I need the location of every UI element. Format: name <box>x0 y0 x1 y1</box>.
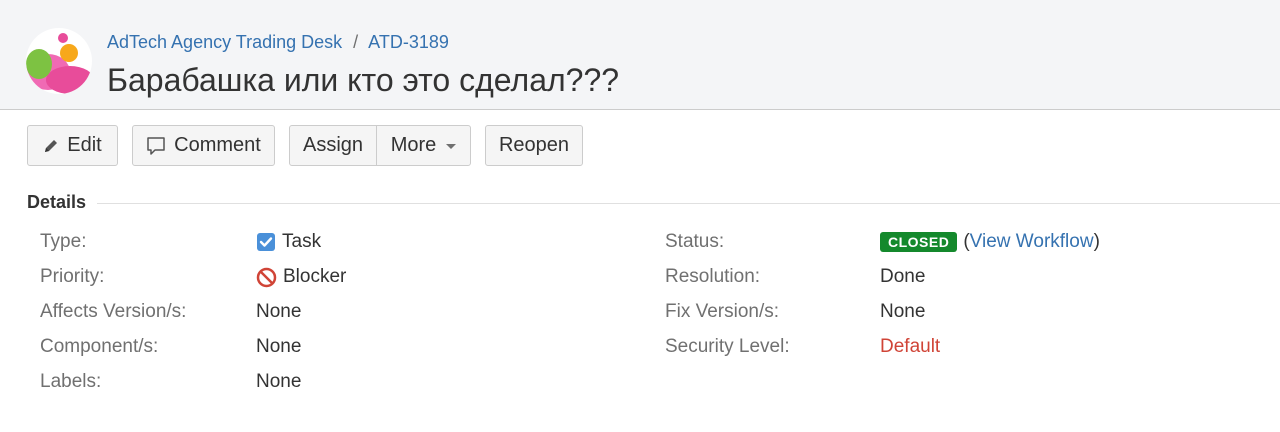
assign-label: Assign <box>302 134 364 156</box>
affects-version-value: None <box>256 301 302 322</box>
security-level-label: Security Level: <box>665 336 790 357</box>
fix-version-value: None <box>880 301 926 322</box>
fix-version-label: Fix Version/s: <box>665 301 780 322</box>
task-checkbox-icon <box>257 233 275 251</box>
type-value: Task <box>256 230 321 254</box>
priority-text: Blocker <box>283 266 347 287</box>
blocker-priority-icon <box>256 267 277 287</box>
reopen-button[interactable]: Reopen <box>485 125 583 166</box>
issue-key-link[interactable]: ATD-3189 <box>368 32 449 52</box>
project-link[interactable]: AdTech Agency Trading Desk <box>107 32 342 52</box>
breadcrumb-separator: / <box>353 32 359 52</box>
more-button[interactable]: More <box>376 125 471 166</box>
issue-title: Барабашка или кто это сделал??? <box>107 62 620 98</box>
issue-header: AdTech Agency Trading Desk / ATD-3189 Бара… <box>0 0 1280 110</box>
components-value: None <box>256 336 302 357</box>
comment-label: Comment <box>174 134 261 156</box>
type-label: Type: <box>40 231 87 252</box>
project-avatar[interactable] <box>26 28 92 94</box>
resolution-label: Resolution: <box>665 266 761 287</box>
details-divider <box>97 203 1280 204</box>
workflow-paren-close: ) <box>1093 231 1100 252</box>
chevron-down-icon <box>446 144 457 149</box>
resolution-value: Done <box>880 266 926 287</box>
pencil-icon <box>45 139 58 152</box>
components-label: Component/s: <box>40 336 159 357</box>
details-heading: Details <box>27 192 87 212</box>
status-label: Status: <box>665 231 725 252</box>
edit-button[interactable]: Edit <box>27 125 118 166</box>
issue-toolbar: Edit Comment Assign More Reopen <box>0 125 1280 167</box>
comment-icon <box>147 136 165 155</box>
status-value: CLOSED (View Workflow) <box>880 230 1100 254</box>
more-label: More <box>390 134 437 156</box>
priority-label: Priority: <box>40 266 105 287</box>
reopen-label: Reopen <box>498 134 570 156</box>
status-badge: CLOSED <box>880 232 958 252</box>
edit-label: Edit <box>67 134 102 156</box>
security-level-value: Default <box>880 336 941 357</box>
comment-button[interactable]: Comment <box>132 125 275 166</box>
priority-value: Blocker <box>256 265 346 289</box>
assign-button[interactable]: Assign <box>289 125 377 166</box>
breadcrumb: AdTech Agency Trading Desk / ATD-3189 <box>107 31 449 53</box>
type-text: Task <box>282 231 322 252</box>
affects-version-label: Affects Version/s: <box>40 301 187 322</box>
project-avatar-icon <box>26 33 92 94</box>
view-workflow-link[interactable]: View Workflow <box>970 230 1094 254</box>
labels-value: None <box>256 371 302 392</box>
labels-label: Labels: <box>40 371 102 392</box>
